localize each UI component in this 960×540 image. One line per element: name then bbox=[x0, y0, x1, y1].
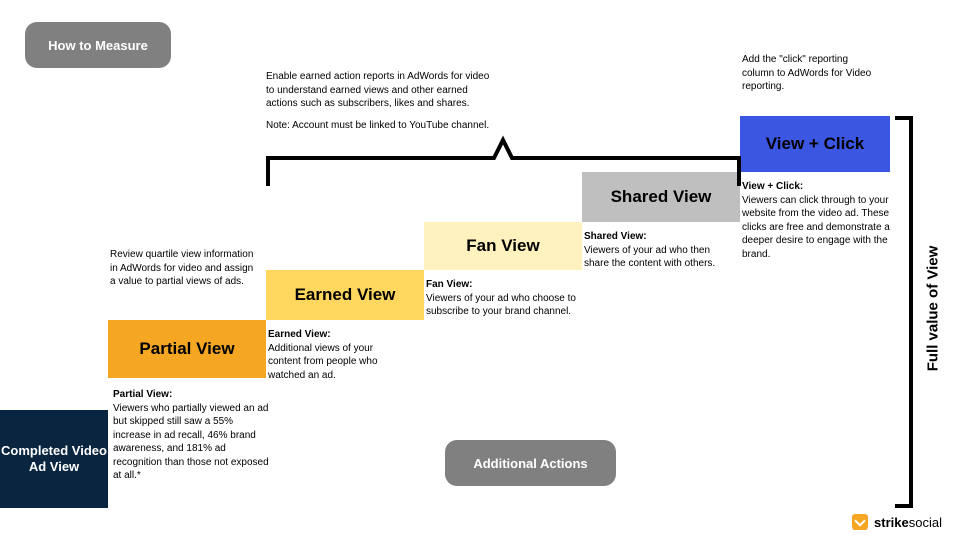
desc-partial: Partial View: Viewers who partially view… bbox=[113, 388, 271, 483]
step-fan-view: Fan View bbox=[424, 222, 582, 270]
step-view-click: View + Click bbox=[740, 116, 890, 172]
desc-fan: Fan View: Viewers of your ad who choose … bbox=[426, 278, 576, 319]
brand-logo: strikesocial bbox=[852, 514, 942, 530]
brand-name: strikesocial bbox=[874, 515, 942, 530]
topnote-partial: Review quartile view information in AdWo… bbox=[110, 248, 260, 289]
desc-viewclick-title: View + Click: bbox=[742, 181, 803, 192]
desc-earned: Earned View: Additional views of your co… bbox=[268, 328, 408, 382]
step-earned-view: Earned View bbox=[266, 270, 424, 320]
pill-how-to-measure: How to Measure bbox=[25, 22, 171, 68]
desc-shared-title: Shared View: bbox=[584, 231, 647, 242]
base-completed-video-ad-view: Completed Video Ad View bbox=[0, 410, 108, 508]
step-partial-view: Partial View bbox=[108, 320, 266, 378]
desc-fan-title: Fan View: bbox=[426, 279, 473, 290]
pill-additional-actions: Additional Actions bbox=[445, 440, 616, 486]
desc-partial-title: Partial View: bbox=[113, 389, 172, 400]
desc-earned-body: Additional views of your content from pe… bbox=[268, 343, 378, 381]
topnote-earned-p1: Enable earned action reports in AdWords … bbox=[266, 70, 498, 111]
topnote-viewclick: Add the "click" reporting column to AdWo… bbox=[742, 53, 882, 94]
desc-viewclick: View + Click: Viewers can click through … bbox=[742, 180, 890, 261]
bracket-full-value bbox=[893, 116, 921, 508]
label-full-value: Full value of View bbox=[924, 246, 941, 372]
desc-shared: Shared View: Viewers of your ad who then… bbox=[584, 230, 734, 271]
desc-shared-body: Viewers of your ad who then share the co… bbox=[584, 245, 715, 270]
brand-logo-icon bbox=[852, 514, 868, 530]
desc-earned-title: Earned View: bbox=[268, 329, 331, 340]
brand-name-a: strike bbox=[874, 515, 909, 530]
bracket-earned-group bbox=[266, 128, 741, 188]
topnote-earned: Enable earned action reports in AdWords … bbox=[266, 70, 498, 132]
desc-viewclick-body: Viewers can click through to your websit… bbox=[742, 195, 890, 260]
brand-name-b: social bbox=[909, 515, 942, 530]
desc-partial-body: Viewers who partially viewed an ad but s… bbox=[113, 403, 269, 482]
desc-fan-body: Viewers of your ad who choose to subscri… bbox=[426, 293, 576, 318]
